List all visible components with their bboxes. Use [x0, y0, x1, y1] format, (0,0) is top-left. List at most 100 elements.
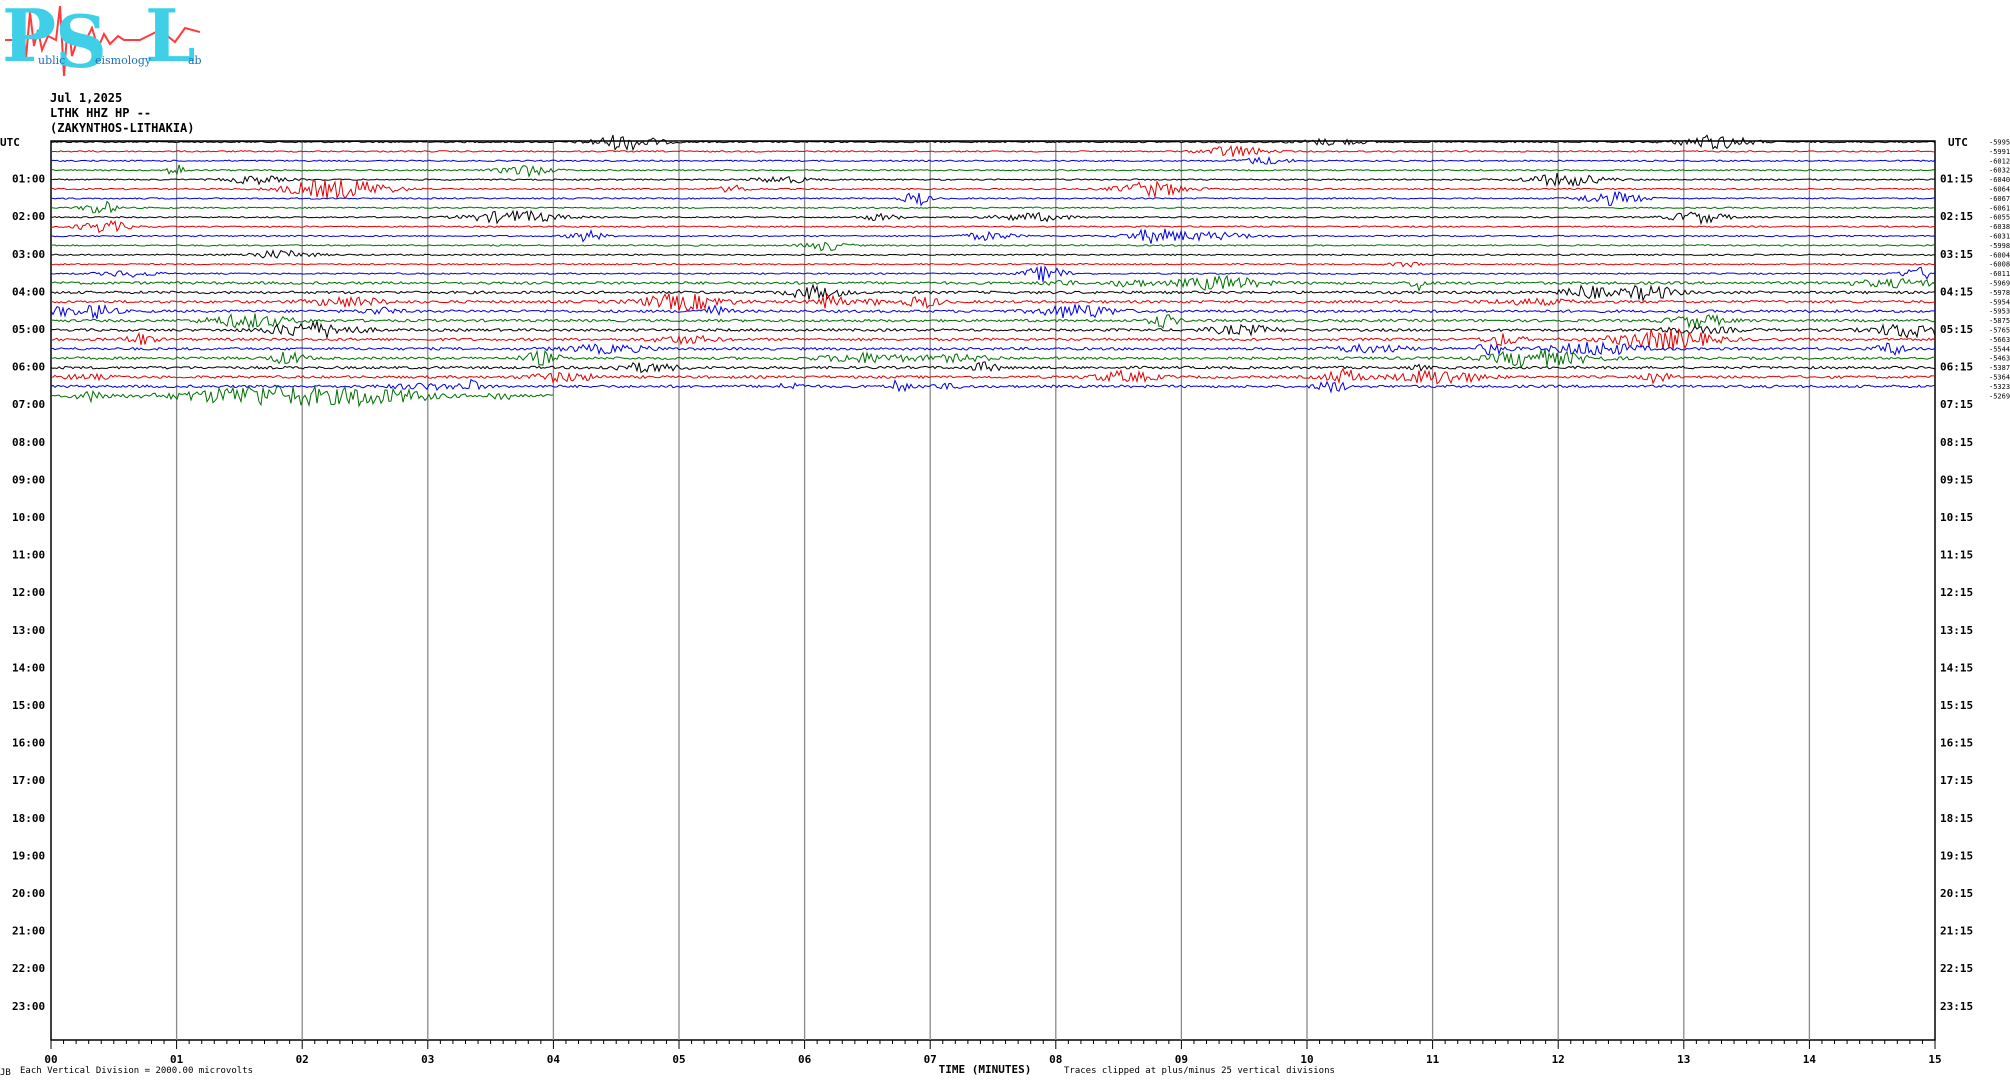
trace-offset-label: -6061 [1989, 204, 2010, 212]
trace-offset-label: -6031 [1989, 233, 2010, 241]
seismic-trace [50, 361, 1936, 374]
trace-offset-label: -6012 [1989, 157, 2010, 165]
seismic-trace [50, 209, 1936, 226]
trace-offset-label: -6008 [1989, 261, 2010, 269]
seismic-trace [50, 274, 1936, 293]
seismic-trace [50, 144, 1936, 157]
x-tick-label: 11 [1426, 1053, 1440, 1066]
x-tick-label: 13 [1677, 1053, 1690, 1066]
hour-label-left: 10:00 [12, 511, 45, 524]
seismic-trace [51, 191, 1936, 207]
seismic-trace [50, 200, 1936, 214]
trace-offset-label: -5969 [1989, 280, 2010, 288]
scale-note: Each Vertical Division = 2000.00 microvo… [20, 1066, 253, 1076]
hour-label-left: 08:00 [12, 436, 45, 449]
seismic-trace [50, 367, 1935, 385]
seismic-trace [51, 292, 1936, 311]
seismic-trace [50, 304, 1936, 320]
hour-label-right: 09:15 [1940, 473, 1973, 486]
seismic-trace [50, 283, 1936, 303]
x-tick-label: 04 [547, 1053, 561, 1066]
hour-label-left: 01:00 [12, 173, 45, 186]
x-axis-title: TIME (MINUTES) [939, 1063, 1032, 1076]
hour-label-right: 11:15 [1940, 549, 1973, 562]
hour-label-right: 12:15 [1940, 586, 1973, 599]
hour-label-left: 17:00 [12, 774, 45, 787]
hour-label-left: 19:00 [12, 849, 45, 862]
clip-note: Traces clipped at plus/minus 25 vertical… [1064, 1066, 1335, 1076]
hour-label-right: 23:15 [1940, 1000, 1973, 1013]
hour-label-right: 08:15 [1940, 436, 1973, 449]
x-tick-label: 12 [1552, 1053, 1565, 1066]
hour-label-left: 21:00 [12, 925, 45, 938]
seismic-trace [50, 173, 1936, 188]
trace-offset-label: -6032 [1989, 167, 2010, 175]
x-tick-label: 01 [170, 1053, 184, 1066]
hour-label-right: 13:15 [1940, 624, 1973, 637]
hour-label-left: 16:00 [12, 737, 45, 750]
trace-offset-label: -5991 [1989, 148, 2010, 156]
x-tick-label: 03 [421, 1053, 434, 1066]
trace-offset-label: -5544 [1989, 345, 2010, 353]
hour-label-right: 04:15 [1940, 285, 1973, 298]
trace-offset-label: -6011 [1989, 270, 2010, 278]
hour-label-left: 23:00 [12, 1000, 45, 1013]
hour-label-right: 06:15 [1940, 361, 1973, 374]
trace-offset-label: -5765 [1989, 327, 2010, 335]
hour-label-left: 03:00 [12, 248, 45, 261]
corner-mark: JB [0, 1068, 11, 1078]
hour-label-right: 21:15 [1940, 925, 1973, 938]
hour-label-right: 19:15 [1940, 849, 1973, 862]
hour-label-left: 05:00 [12, 323, 45, 336]
hour-label-left: 15:00 [12, 699, 45, 712]
seismic-trace [50, 241, 1936, 252]
hour-label-left: 13:00 [12, 624, 45, 637]
utc-label-left: UTC [0, 136, 20, 149]
trace-offset-label: -5463 [1989, 355, 2010, 363]
hour-label-left: 09:00 [12, 473, 45, 486]
trace-offset-label: -6055 [1989, 214, 2010, 222]
hour-label-left: 04:00 [12, 285, 45, 298]
hour-label-left: 14:00 [12, 661, 45, 674]
hour-label-right: 14:15 [1940, 661, 1973, 674]
hour-label-right: 16:15 [1940, 737, 1973, 750]
trace-offset-label: -6040 [1989, 176, 2010, 184]
seismic-trace [50, 340, 1936, 357]
hour-label-right: 17:15 [1940, 774, 1973, 787]
hour-label-right: 22:15 [1940, 962, 1973, 975]
seismic-trace [50, 261, 1936, 268]
x-tick-label: 07 [924, 1053, 937, 1066]
seismic-trace [50, 134, 1936, 152]
trace-offset-label: -5998 [1989, 242, 2010, 250]
hour-label-right: 18:15 [1940, 812, 1973, 825]
hour-label-left: 11:00 [12, 549, 45, 562]
seismic-trace [50, 219, 1936, 234]
trace-offset-label: -5978 [1989, 289, 2010, 297]
trace-offset-label: -5995 [1989, 139, 2010, 147]
x-tick-label: 00 [44, 1053, 57, 1066]
trace-offset-label: -5663 [1989, 336, 2010, 344]
trace-offset-label: -5269 [1989, 392, 2010, 400]
hour-label-right: 10:15 [1940, 511, 1973, 524]
seismic-trace [50, 155, 1936, 165]
trace-offset-label: -5387 [1989, 364, 2010, 372]
hour-label-left: 18:00 [12, 812, 45, 825]
hour-label-left: 20:00 [12, 887, 45, 900]
plot-frame [50, 140, 1936, 1041]
hour-label-left: 06:00 [12, 361, 45, 374]
seismic-trace [50, 249, 1935, 259]
hour-label-right: 07:15 [1940, 398, 1973, 411]
trace-offset-label: -5875 [1989, 317, 2010, 325]
seismic-trace [50, 349, 1936, 369]
hour-label-right: 20:15 [1940, 887, 1973, 900]
x-tick-label: 05 [672, 1053, 685, 1066]
trace-offset-label: -6064 [1989, 186, 2010, 194]
trace-offset-label: -5323 [1989, 383, 2010, 391]
seismic-trace [50, 313, 1936, 330]
trace-offset-label: -6038 [1989, 223, 2010, 231]
seismic-trace [50, 327, 1936, 350]
trace-offset-label: -5364 [1989, 374, 2010, 382]
hour-label-left: 12:00 [12, 586, 45, 599]
helicorder-chart: 00 01 02 03 04 05 06 07 08 09 10 11 12 13 14 15 TIME (MI… [0, 134, 2010, 1076]
trace-offset-label: -6004 [1989, 251, 2010, 259]
